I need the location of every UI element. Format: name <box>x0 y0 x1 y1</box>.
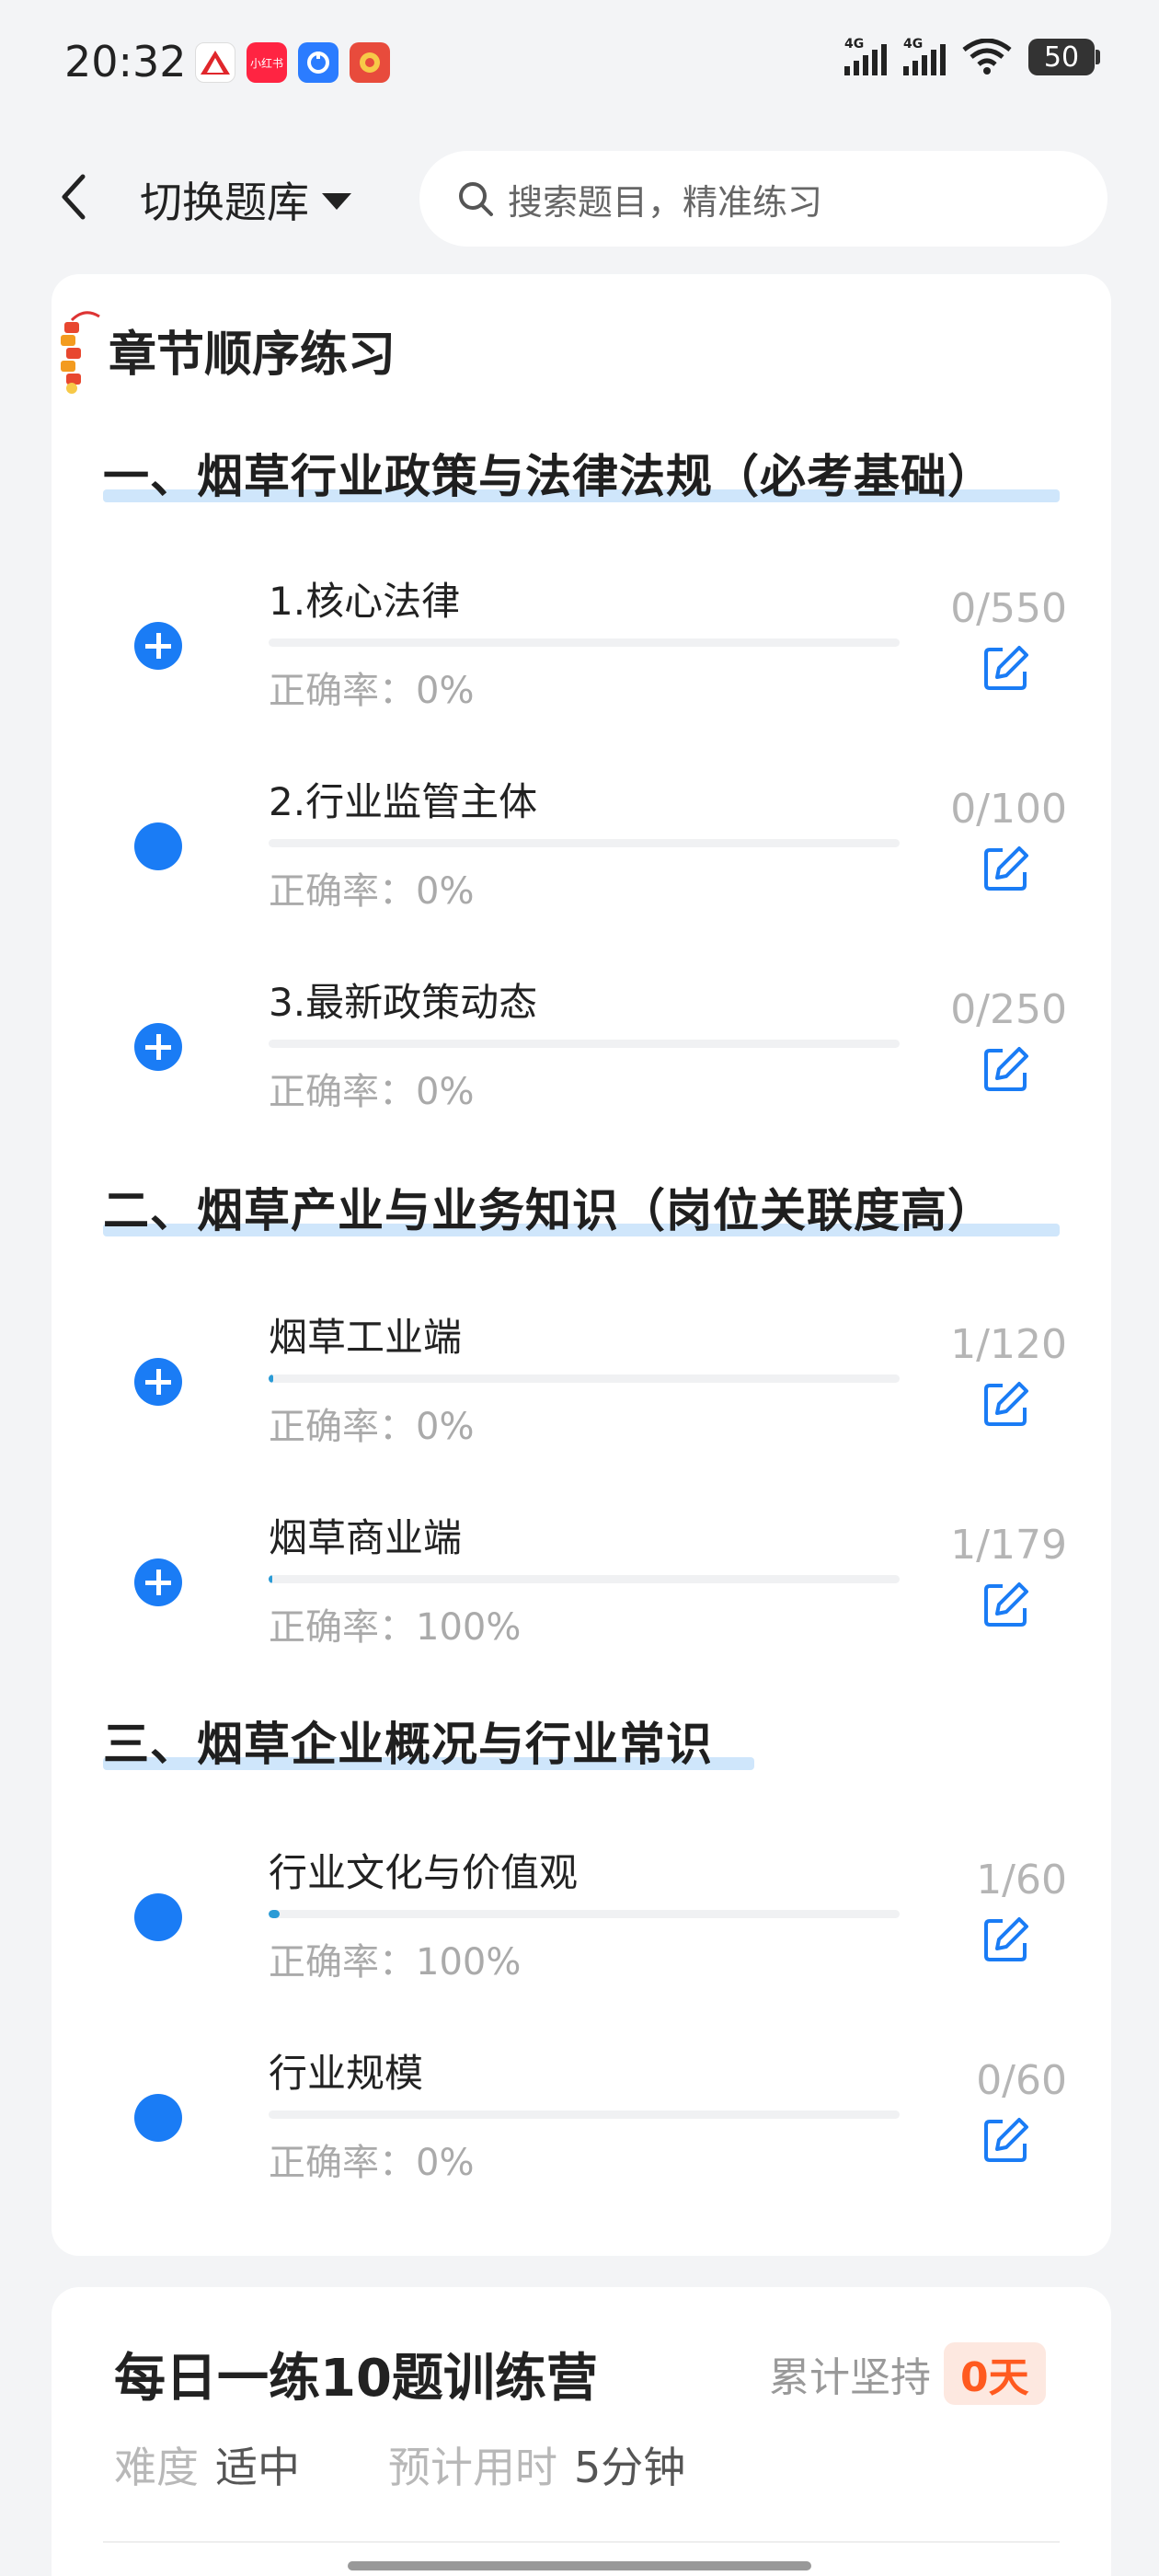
section-title-2: 二、烟草产业与业务知识（岗位关联度高） <box>103 1174 1060 1240</box>
progress-bar <box>269 1374 900 1383</box>
edit-practice-icon[interactable] <box>982 1045 1030 1093</box>
xiaohongshu-icon: 小红书 <box>247 42 287 83</box>
search-icon <box>459 182 493 216</box>
shield-app-icon <box>298 42 339 83</box>
difficulty-value: 适中 <box>215 2443 300 2492</box>
progress-bar <box>269 1040 900 1048</box>
chapter-item[interactable]: 1.核心法律 正确率：0% 0/550 <box>0 552 1159 753</box>
wifi-icon <box>962 39 1012 75</box>
signal-icon: 4G <box>844 37 887 75</box>
signal-icon-2: 4G <box>903 37 946 75</box>
time-value: 5分钟 <box>574 2443 686 2492</box>
edit-practice-icon[interactable] <box>982 2116 1030 2164</box>
search-bar[interactable]: 搜索题目，精准练习 <box>419 151 1107 247</box>
chapter-name: 2.行业监管主体 <box>269 779 538 824</box>
accuracy-text: 正确率：0% <box>269 1071 475 1113</box>
question-count: 0/250 <box>950 986 1067 1033</box>
accuracy-text: 正确率：100% <box>269 1606 522 1649</box>
chapter-name: 1.核心法律 <box>269 579 461 624</box>
expand-plus-icon[interactable] <box>134 1023 182 1071</box>
switch-bank-dropdown[interactable]: 切换题库 <box>140 169 351 230</box>
chapter-name: 3.最新政策动态 <box>269 980 538 1025</box>
daily-practice-card[interactable] <box>52 2287 1111 2576</box>
nav-bar: 切换题库 搜索题目，精准练习 <box>0 129 1159 267</box>
status-time: 20:32 <box>64 37 187 86</box>
progress-bar <box>269 638 900 647</box>
accuracy-text: 正确率：0% <box>269 870 475 913</box>
edit-practice-icon[interactable] <box>982 1581 1030 1628</box>
edit-practice-icon[interactable] <box>982 644 1030 692</box>
question-count: 1/60 <box>976 1857 1067 1903</box>
chapter-name: 行业规模 <box>269 2051 424 2096</box>
shopping-app-icon <box>350 42 390 83</box>
accuracy-text: 正确率：0% <box>269 1406 475 1448</box>
question-count: 0/100 <box>950 786 1067 833</box>
firecracker-icon <box>61 311 100 394</box>
edit-practice-icon[interactable] <box>982 845 1030 892</box>
chapter-dot-icon <box>134 2094 182 2142</box>
section-title-1: 一、烟草行业政策与法律法规（必考基础） <box>103 440 1060 506</box>
system-icons: 4G 4G 50 <box>844 37 1100 75</box>
battery-icon: 50 <box>1028 39 1100 75</box>
question-count: 0/550 <box>950 585 1067 632</box>
chapter-dot-icon <box>134 822 182 870</box>
accuracy-text: 正确率：0% <box>269 670 475 712</box>
progress-bar <box>269 839 900 847</box>
expand-plus-icon[interactable] <box>134 1358 182 1406</box>
question-count: 1/179 <box>950 1522 1067 1569</box>
question-count: 1/120 <box>950 1321 1067 1368</box>
home-indicator[interactable] <box>348 2561 811 2570</box>
streak-label: 累计坚持 <box>769 2354 931 2401</box>
edit-practice-icon[interactable] <box>982 1915 1030 1963</box>
status-bar: 20:32 小红书 4G 4G 50 <box>0 0 1159 129</box>
card-title: 章节顺序练习 <box>109 327 396 383</box>
question-count: 0/60 <box>976 2057 1067 2104</box>
accuracy-text: 正确率：100% <box>269 1941 522 1984</box>
edit-practice-icon[interactable] <box>982 1380 1030 1428</box>
chapter-item[interactable]: 2.行业监管主体 正确率：0% 0/100 <box>0 753 1159 953</box>
chapter-item[interactable]: 烟草工业端 正确率：0% 1/120 <box>0 1288 1159 1489</box>
notification-icons: 小红书 <box>195 42 390 83</box>
difficulty-label: 难度 <box>114 2443 199 2492</box>
streak-value: 0天 <box>944 2342 1046 2405</box>
progress-bar <box>269 1575 900 1583</box>
dropdown-triangle-icon <box>322 193 351 210</box>
time-label: 预计用时 <box>388 2443 557 2492</box>
search-placeholder: 搜索题目，精准练习 <box>508 181 823 223</box>
chapter-name: 烟草工业端 <box>269 1315 463 1360</box>
expand-plus-icon[interactable] <box>134 1558 182 1606</box>
progress-bar <box>269 2110 900 2119</box>
app-notification-icon <box>195 42 235 83</box>
daily-meta: 难度 适中 预计用时 5分钟 <box>114 2434 685 2495</box>
chapter-name: 烟草商业端 <box>269 1515 463 1560</box>
section-title-3: 三、烟草企业概况与行业常识 <box>103 1708 754 1774</box>
chapter-dot-icon <box>134 1893 182 1941</box>
back-arrow-icon[interactable] <box>53 169 94 224</box>
progress-bar <box>269 1910 900 1918</box>
accuracy-text: 正确率：0% <box>269 2142 475 2184</box>
chapter-name: 行业文化与价值观 <box>269 1850 579 1895</box>
chapter-item[interactable]: 烟草商业端 正确率：100% 1/179 <box>0 1489 1159 1689</box>
expand-plus-icon[interactable] <box>134 622 182 670</box>
divider <box>103 2541 1060 2543</box>
card-header: 章节顺序练习 <box>52 304 396 396</box>
chapter-item[interactable]: 行业文化与价值观 正确率：100% 1/60 <box>0 1823 1159 2024</box>
daily-practice-title: 每日一练10题训练营 <box>114 2349 598 2409</box>
streak-info: 累计坚持 0天 <box>769 2342 1046 2405</box>
chapter-item[interactable]: 行业规模 正确率：0% 0/60 <box>0 2024 1159 2225</box>
chapter-item[interactable]: 3.最新政策动态 正确率：0% 0/250 <box>0 953 1159 1154</box>
switch-bank-label: 切换题库 <box>140 178 309 227</box>
